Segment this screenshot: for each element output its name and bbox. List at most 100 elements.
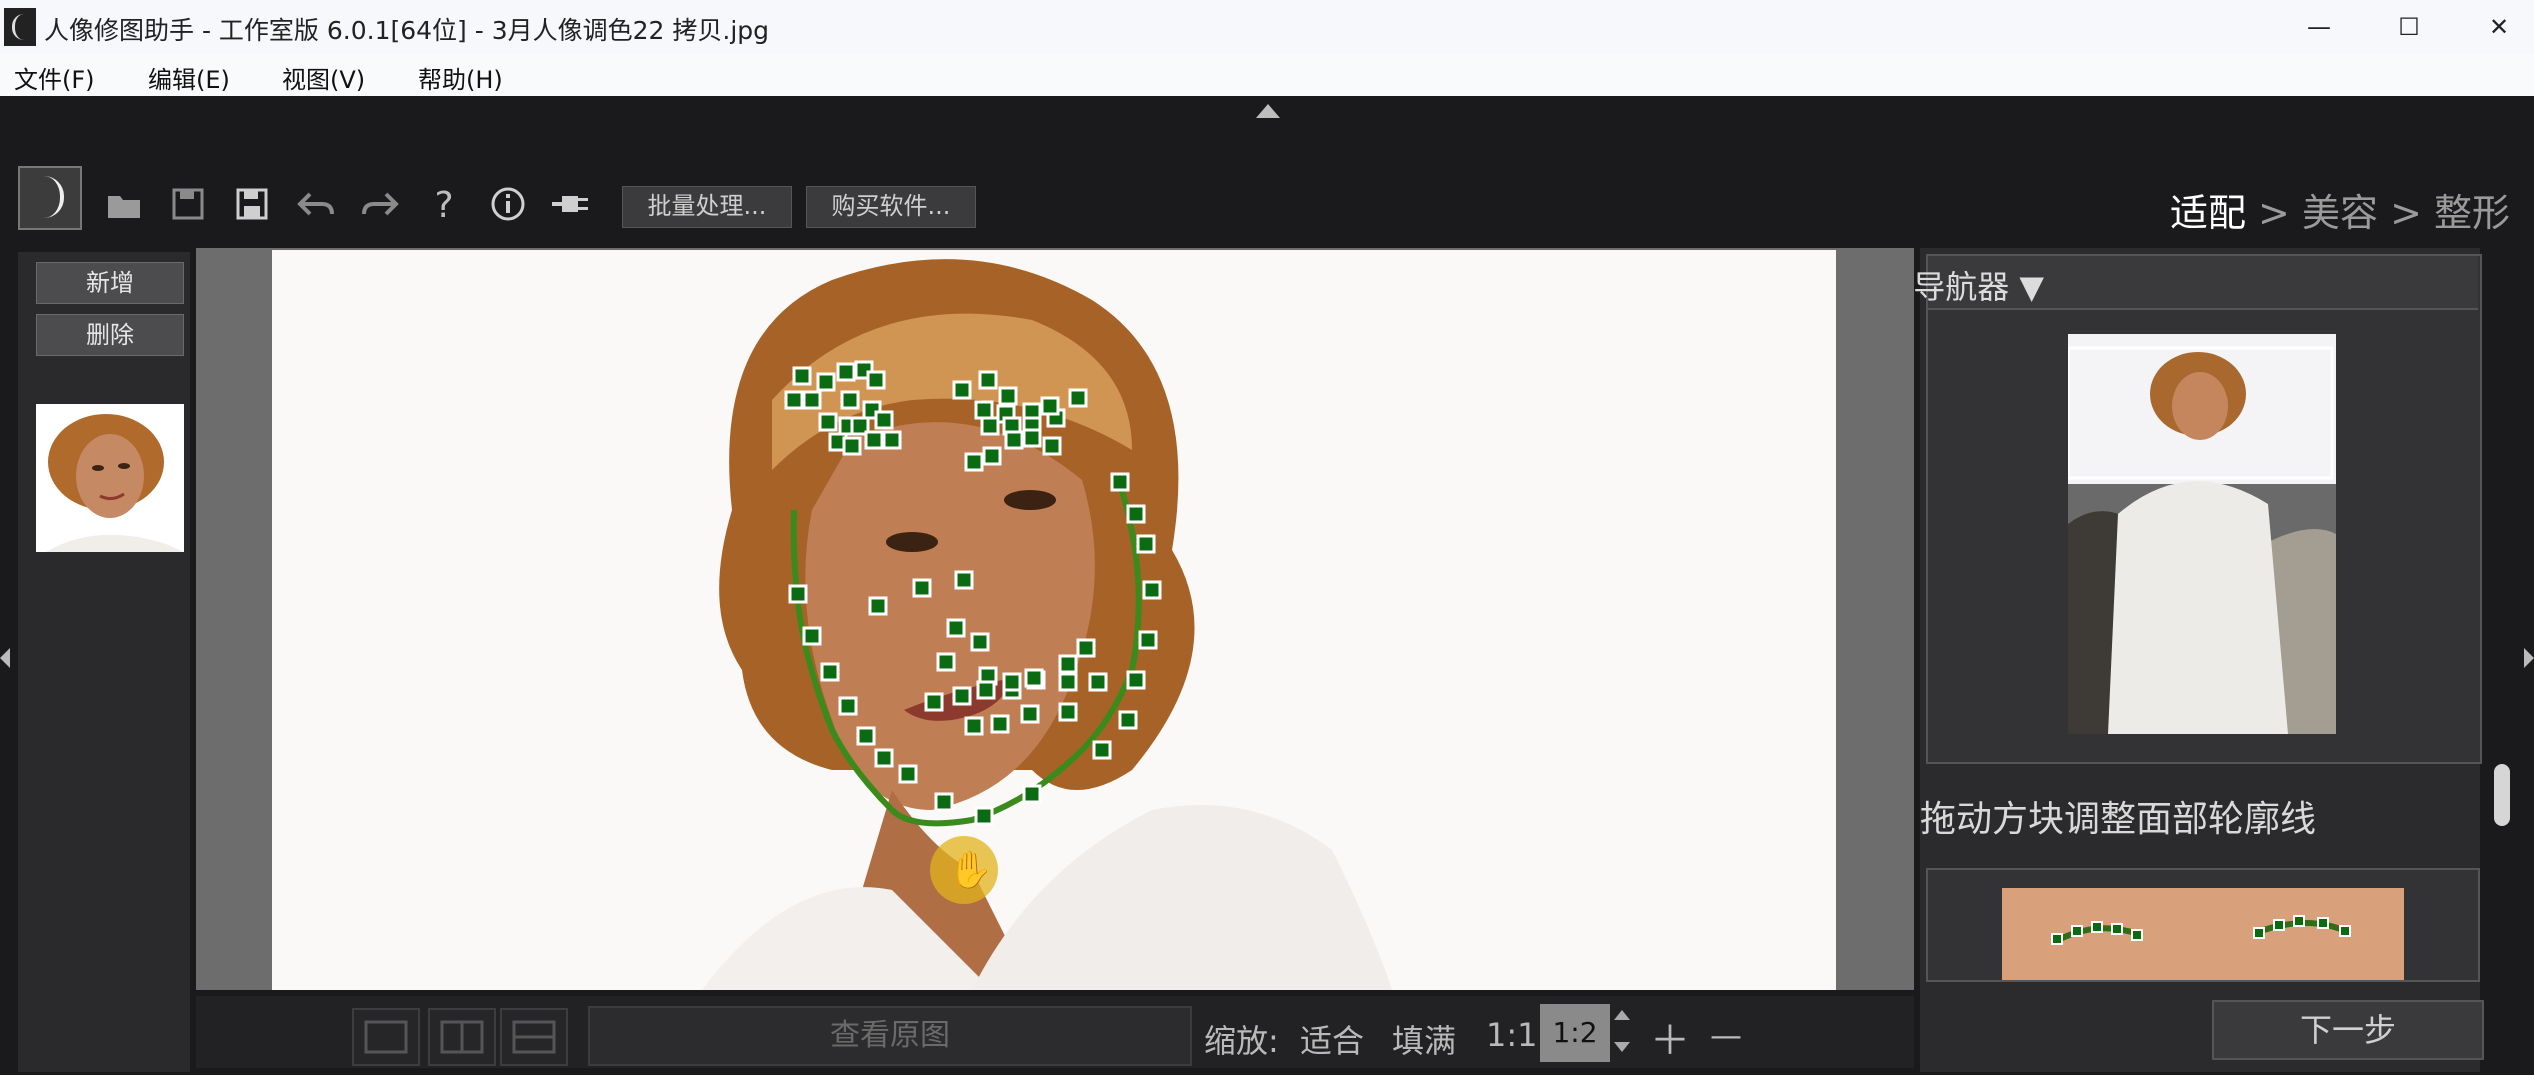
landmark-handle[interactable] [1004, 430, 1024, 450]
landmark-handle[interactable] [802, 626, 822, 646]
photo-thumbnail[interactable] [36, 404, 184, 552]
landmark-handle[interactable] [802, 390, 822, 410]
close-button[interactable]: ✕ [2452, 0, 2534, 54]
maximize-button[interactable]: ☐ [2362, 0, 2456, 54]
landmark-handle[interactable] [982, 446, 1002, 466]
landmark-handle[interactable] [882, 430, 902, 450]
landmark-handle[interactable] [842, 436, 862, 456]
landmark-handle[interactable] [1076, 638, 1096, 658]
landmark-handle[interactable] [974, 400, 994, 420]
buy-software-button[interactable]: 购买软件... [806, 186, 976, 228]
redo-icon[interactable] [358, 184, 402, 228]
landmark-handle[interactable] [1126, 504, 1146, 524]
zoom-out-icon[interactable]: — [1710, 1016, 1742, 1054]
save-as-icon[interactable] [230, 184, 274, 228]
menu-help[interactable]: 帮助(H) [418, 60, 503, 95]
menu-view[interactable]: 视图(V) [282, 60, 365, 95]
landmark-handle[interactable] [836, 362, 856, 382]
photo-canvas[interactable]: ✋ [272, 250, 1836, 990]
landmark-handle[interactable] [980, 416, 1000, 436]
split-vertical-view-icon[interactable] [428, 1008, 496, 1066]
expand-left-arrow-icon[interactable] [0, 648, 10, 668]
landmark-handle[interactable] [820, 662, 840, 682]
landmark-handle[interactable] [964, 452, 984, 472]
landmark-handle[interactable] [866, 370, 886, 390]
minimize-button[interactable]: — [2272, 0, 2366, 54]
zoom-up-icon[interactable] [1614, 1010, 1630, 1020]
landmark-handle[interactable] [1058, 702, 1078, 722]
landmark-handle[interactable] [1110, 472, 1130, 492]
landmark-handle[interactable] [788, 584, 808, 604]
landmark-handle[interactable] [952, 686, 972, 706]
landmark-handle[interactable] [1092, 740, 1112, 760]
single-view-icon[interactable] [352, 1008, 420, 1066]
next-step-button[interactable]: 下一步 [2212, 1000, 2484, 1060]
landmark-handle[interactable] [1022, 428, 1042, 448]
split-horizontal-view-icon[interactable] [500, 1008, 568, 1066]
landmark-handle[interactable] [1088, 672, 1108, 692]
landmark-handle[interactable] [784, 390, 804, 410]
landmark-handle[interactable] [1002, 672, 1022, 692]
step-beauty[interactable]: 美容 [2302, 191, 2378, 235]
landmark-handle[interactable] [1136, 534, 1156, 554]
collapse-top-arrow-icon[interactable] [1256, 104, 1280, 118]
landmark-handle[interactable] [990, 714, 1010, 734]
expand-right-arrow-icon[interactable] [2524, 648, 2534, 668]
landmark-handle[interactable] [1020, 704, 1040, 724]
folder-open-icon[interactable] [102, 184, 146, 228]
navigator-title[interactable]: 导航器 ▼ [1913, 262, 2044, 308]
zoom-down-icon[interactable] [1614, 1042, 1630, 1052]
plugin-icon[interactable] [550, 184, 594, 228]
step-fit[interactable]: 适配 [2170, 191, 2246, 235]
landmark-handle[interactable] [1040, 396, 1060, 416]
landmark-handle[interactable] [1126, 670, 1146, 690]
landmark-handle[interactable] [874, 410, 894, 430]
menu-edit[interactable]: 编辑(E) [148, 60, 230, 95]
landmark-handle[interactable] [840, 390, 860, 410]
add-button[interactable]: 新增 [36, 262, 184, 304]
landmark-handle[interactable] [816, 372, 836, 392]
zoom-fit-button[interactable]: 适合 [1300, 1016, 1364, 1062]
undo-icon[interactable] [294, 184, 338, 228]
landmark-handle[interactable] [974, 806, 994, 826]
landmark-handle[interactable] [970, 632, 990, 652]
landmark-handle[interactable] [1058, 654, 1078, 674]
zoom-1to2-field[interactable]: 1:2 [1540, 1004, 1610, 1062]
right-panel-scrollbar[interactable] [2494, 764, 2510, 826]
landmark-handle[interactable] [1022, 784, 1042, 804]
landmark-handle[interactable] [792, 366, 812, 386]
zoom-fill-button[interactable]: 填满 [1392, 1016, 1456, 1062]
zoom-1to1-button[interactable]: 1:1 [1486, 1016, 1538, 1054]
landmark-handle[interactable] [954, 570, 974, 590]
landmark-handle[interactable] [1118, 710, 1138, 730]
view-original-button[interactable]: 查看原图 [588, 1006, 1192, 1066]
landmark-handle[interactable] [952, 380, 972, 400]
landmark-handle[interactable] [964, 716, 984, 736]
landmark-handle[interactable] [976, 680, 996, 700]
landmark-handle[interactable] [946, 618, 966, 638]
landmark-handle[interactable] [912, 578, 932, 598]
landmark-handle[interactable] [924, 692, 944, 712]
menu-file[interactable]: 文件(F) [14, 60, 95, 95]
landmark-handle[interactable] [1142, 580, 1162, 600]
landmark-handle[interactable] [1058, 672, 1078, 692]
landmark-handle[interactable] [936, 652, 956, 672]
landmark-handle[interactable] [1138, 630, 1158, 650]
landmark-handle[interactable] [818, 412, 838, 432]
delete-button[interactable]: 删除 [36, 314, 184, 356]
landmark-handle[interactable] [1042, 436, 1062, 456]
landmark-handle[interactable] [868, 596, 888, 616]
landmark-handle[interactable] [838, 696, 858, 716]
help-icon[interactable]: ? [422, 184, 466, 228]
navigator-preview[interactable] [2068, 334, 2336, 734]
landmark-handle[interactable] [856, 726, 876, 746]
info-icon[interactable] [486, 184, 530, 228]
batch-process-button[interactable]: 批量处理... [622, 186, 792, 228]
landmark-handle[interactable] [1024, 668, 1044, 688]
save-icon[interactable] [166, 184, 210, 228]
step-shape[interactable]: 整形 [2434, 191, 2510, 235]
landmark-handle[interactable] [978, 370, 998, 390]
landmark-handle[interactable] [934, 792, 954, 812]
landmark-handle[interactable] [1068, 388, 1088, 408]
landmark-handle[interactable] [898, 764, 918, 784]
